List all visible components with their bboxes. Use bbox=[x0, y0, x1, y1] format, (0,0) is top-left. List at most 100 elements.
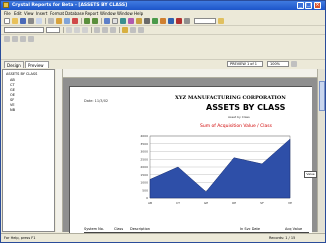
x-tick-label: CT bbox=[176, 201, 180, 205]
toolbar-separator bbox=[101, 18, 102, 24]
zoom-combo[interactable] bbox=[194, 18, 216, 24]
tree-root[interactable]: ASSETS BY CLASS bbox=[6, 72, 37, 76]
print-date: Date: 11/3/02 bbox=[84, 99, 109, 103]
last-page-icon[interactable] bbox=[28, 36, 34, 42]
area-chart[interactable]: 0 500 1000 1500 2000 2500 3000 3500 4000 AB CT GE O… bbox=[130, 132, 298, 209]
report-page: Date: 11/3/02 XYZ MANUFACTURING CORPORAT… bbox=[69, 86, 317, 238]
tree-item-ct[interactable]: CT bbox=[10, 83, 15, 87]
text-icon[interactable] bbox=[112, 18, 118, 24]
font-size-combo[interactable] bbox=[46, 27, 60, 33]
redo-icon[interactable] bbox=[92, 18, 98, 24]
tab-preview[interactable]: Preview bbox=[25, 61, 49, 68]
new-icon[interactable] bbox=[4, 18, 10, 24]
vertical-scrollbar[interactable] bbox=[317, 69, 325, 232]
y-tick-label: 500 bbox=[142, 188, 148, 192]
undo-icon[interactable] bbox=[84, 18, 90, 24]
tree-item-nb[interactable]: NB bbox=[10, 108, 15, 112]
bold-icon[interactable] bbox=[66, 27, 72, 33]
first-page-icon[interactable] bbox=[4, 36, 10, 42]
x-tick-label: VE bbox=[288, 201, 292, 205]
currency-icon[interactable] bbox=[122, 27, 128, 33]
app-icon bbox=[3, 2, 9, 8]
title-bar[interactable]: Crystal Reports for Beta - [ASSETS BY CL… bbox=[1, 1, 325, 10]
menu-window-2[interactable]: Window bbox=[117, 11, 133, 16]
menu-insert[interactable]: Insert bbox=[36, 11, 47, 16]
stop-icon[interactable] bbox=[291, 61, 297, 67]
toolbar-separator bbox=[119, 27, 120, 33]
select-icon[interactable] bbox=[168, 18, 174, 24]
view-tabs: Design Preview PREVIEW 1 of 1 100% bbox=[1, 60, 325, 68]
next-page-icon[interactable] bbox=[20, 36, 26, 42]
column-header-class: Class bbox=[114, 227, 124, 231]
formatting-toolbar bbox=[1, 26, 325, 35]
column-header-in-svc-date: In Svc Date bbox=[240, 227, 261, 231]
page-navigator: PREVIEW 1 of 1 bbox=[227, 61, 263, 67]
prev-page-icon[interactable] bbox=[12, 36, 18, 42]
close-button[interactable]: × bbox=[314, 2, 321, 9]
y-tick-label: 3500 bbox=[140, 142, 148, 146]
chart-icon[interactable] bbox=[128, 18, 134, 24]
chart-area-series bbox=[149, 138, 291, 199]
preview-icon[interactable] bbox=[36, 18, 42, 24]
formula-icon[interactable] bbox=[176, 18, 182, 24]
format-painter-icon[interactable] bbox=[72, 18, 78, 24]
open-icon[interactable] bbox=[12, 18, 18, 24]
italic-icon[interactable] bbox=[74, 27, 80, 33]
menu-edit[interactable]: Edit bbox=[14, 11, 22, 16]
comma-icon[interactable] bbox=[130, 27, 136, 33]
print-icon[interactable] bbox=[28, 18, 34, 24]
menu-help[interactable]: Help bbox=[134, 11, 143, 16]
tree-item-sf[interactable]: SF bbox=[10, 98, 14, 102]
zoom-icon[interactable] bbox=[184, 18, 190, 24]
y-tick-label: 2500 bbox=[140, 157, 148, 161]
menu-database[interactable]: Database bbox=[65, 11, 84, 16]
tree-item-ve[interactable]: VE bbox=[10, 103, 15, 107]
x-axis-ticks: AB CT GE OE SF VE bbox=[148, 201, 292, 205]
y-tick-label: 2000 bbox=[140, 165, 148, 169]
menu-format[interactable]: Format bbox=[50, 11, 64, 16]
scrollbar-thumb[interactable] bbox=[319, 81, 325, 111]
percent-icon[interactable] bbox=[138, 27, 144, 33]
report-subtitle: Asset by Class bbox=[228, 115, 250, 119]
company-name: XYZ MANUFACTURING CORPORATION bbox=[175, 95, 286, 101]
tab-design[interactable]: Design bbox=[4, 61, 24, 68]
font-name-combo[interactable] bbox=[4, 27, 44, 33]
underline-icon[interactable] bbox=[82, 27, 88, 33]
chart-title: Sum of Acquisition Value / Class bbox=[200, 124, 272, 129]
map-icon[interactable] bbox=[136, 18, 142, 24]
tree-item-ge[interactable]: GE bbox=[10, 88, 15, 92]
align-center-icon[interactable] bbox=[102, 27, 108, 33]
y-tick-label: 3000 bbox=[140, 150, 148, 154]
menu-window[interactable]: Window bbox=[100, 11, 116, 16]
status-bar: For Help, press F1 Records: 1 / 15 bbox=[1, 233, 325, 242]
summary-icon[interactable] bbox=[120, 18, 126, 24]
align-left-icon[interactable] bbox=[94, 27, 100, 33]
paste-icon[interactable] bbox=[64, 18, 70, 24]
preview-area: Date: 11/3/02 XYZ MANUFACTURING CORPORAT… bbox=[63, 78, 317, 238]
cut-icon[interactable] bbox=[48, 18, 54, 24]
subreport-icon[interactable] bbox=[144, 18, 150, 24]
toolbar-separator bbox=[63, 27, 64, 33]
menu-view[interactable]: View bbox=[24, 11, 34, 16]
tree-item-ab[interactable]: AB bbox=[10, 78, 15, 82]
report-title: ASSETS BY CLASS bbox=[206, 103, 286, 112]
save-icon[interactable] bbox=[20, 18, 26, 24]
menu-file[interactable]: File bbox=[4, 11, 11, 16]
maximize-button[interactable]: □ bbox=[305, 2, 312, 9]
align-right-icon[interactable] bbox=[110, 27, 116, 33]
toolbar-separator bbox=[45, 18, 46, 24]
copy-icon[interactable] bbox=[56, 18, 62, 24]
menu-report[interactable]: Report bbox=[85, 11, 98, 16]
window-title: Crystal Reports for Beta - [ASSETS BY CL… bbox=[12, 3, 128, 8]
minimize-button[interactable]: _ bbox=[297, 2, 304, 9]
sort-icon[interactable] bbox=[160, 18, 166, 24]
field-icon[interactable] bbox=[104, 18, 110, 24]
y-tick-label: 4000 bbox=[140, 134, 148, 138]
standard-toolbar bbox=[1, 17, 325, 26]
group-tree: ASSETS BY CLASS AB CT GE OE SF VE NB bbox=[2, 69, 55, 232]
help-icon[interactable] bbox=[218, 18, 224, 24]
expert-icon[interactable] bbox=[152, 18, 158, 24]
tree-item-oe[interactable]: OE bbox=[10, 93, 15, 97]
column-header-system-no: System No. bbox=[84, 227, 104, 231]
zoom-field[interactable]: 100% bbox=[267, 61, 289, 67]
